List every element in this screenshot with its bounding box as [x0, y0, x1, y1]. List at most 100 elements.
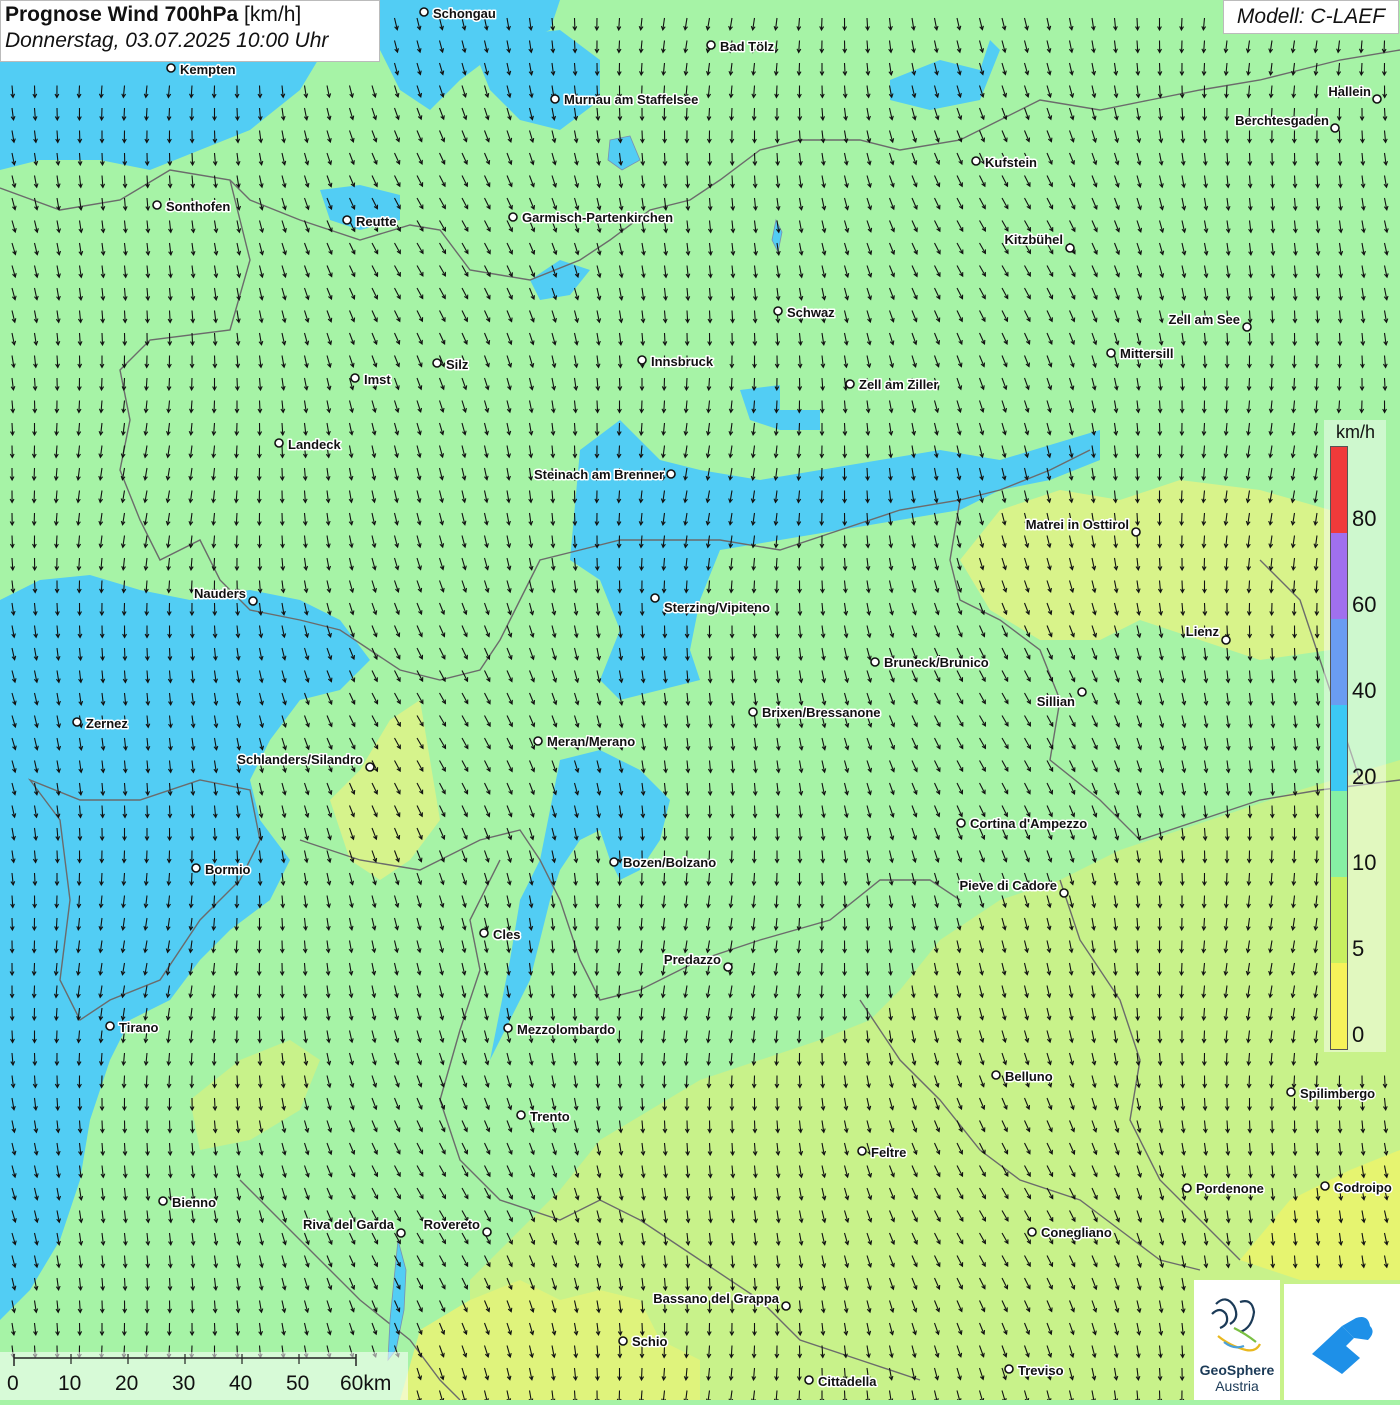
city-label: Rovereto [424, 1217, 480, 1232]
city-marker-icon [432, 358, 442, 368]
legend-segment-10 [1331, 791, 1347, 877]
city-marker-icon [870, 657, 880, 667]
legend-tick-80: 80 [1352, 506, 1377, 531]
legend-segment-0 [1331, 963, 1347, 1049]
city-label: Kufstein [985, 155, 1037, 170]
city-marker-icon [479, 928, 489, 938]
city-label: Schongau [433, 6, 496, 21]
city-marker-icon [365, 762, 375, 772]
city-marker-icon [1065, 243, 1075, 253]
city-marker-icon [666, 469, 676, 479]
city-marker-icon [804, 1375, 814, 1385]
city-label: Kitzbühel [1005, 232, 1064, 247]
app-logo[interactable] [1284, 1284, 1400, 1400]
city-label: Zell am Ziller [859, 377, 938, 392]
city-marker-icon [105, 1021, 115, 1031]
city-label: Schio [632, 1334, 667, 1349]
legend-segment-5 [1331, 877, 1347, 963]
city-marker-icon [516, 1110, 526, 1120]
city-marker-icon [503, 1023, 513, 1033]
city-garmisch-partenkirchen: Garmisch-Partenkirchen [508, 209, 675, 227]
city-label: Tirano [119, 1020, 159, 1035]
city-marker-icon [1330, 123, 1340, 133]
city-marker-icon [1077, 687, 1087, 697]
city-murnau-am-staffelsee: Murnau am Staffelsee [550, 91, 700, 109]
city-label: Trento [530, 1109, 570, 1124]
legend-segment-60 [1331, 533, 1347, 619]
city-marker-icon [396, 1228, 406, 1238]
city-marker-icon [350, 373, 360, 383]
city-marker-icon [166, 63, 176, 73]
city-label: Steinach am Brenner [534, 467, 664, 482]
city-cortina-d-ampezzo: Cortina d'Ampezzo [956, 815, 1089, 833]
city-label: Bassano del Grappa [653, 1291, 779, 1306]
geosphere-logo[interactable]: GeoSphere Austria [1194, 1280, 1280, 1400]
city-bruneck-brunico: Bruneck/Brunico [870, 654, 990, 672]
city-label: Mezzolombardo [517, 1022, 615, 1037]
city-label: Sillian [1037, 694, 1075, 709]
geosphere-emblem-icon [1211, 1298, 1261, 1352]
map-title-unit: [km/h] [244, 3, 302, 26]
city-label: Murnau am Staffelsee [564, 92, 698, 107]
city-label: Lienz [1186, 624, 1220, 639]
city-label: Meran/Merano [547, 734, 635, 749]
city-marker-icon [1320, 1181, 1330, 1191]
city-label: Cortina d'Ampezzo [970, 816, 1087, 831]
city-marker-icon [191, 863, 201, 873]
city-conegliano: Conegliano [1027, 1224, 1113, 1242]
legend-tick-20: 20 [1352, 764, 1377, 789]
geosphere-logo-line1: GeoSphere [1199, 1362, 1275, 1378]
city-label: Berchtesgaden [1235, 113, 1329, 128]
city-label: Bozen/Bolzano [623, 855, 716, 870]
city-marker-icon [152, 200, 162, 210]
city-label: Sonthofen [166, 199, 230, 214]
city-label: Sterzing/Vipiteno [664, 600, 770, 615]
city-label: Mittersill [1120, 346, 1173, 361]
city-marker-icon [618, 1336, 628, 1346]
city-marker-icon [158, 1196, 168, 1206]
city-mezzolombardo: Mezzolombardo [503, 1021, 617, 1039]
city-label: Conegliano [1041, 1225, 1112, 1240]
city-brixen-bressanone: Brixen/Bressanone [748, 704, 882, 722]
city-marker-icon [1242, 322, 1252, 332]
color-legend: km/h 80 60 40 20 10 5 0 [1324, 420, 1386, 1052]
legend-tick-10: 10 [1352, 850, 1377, 875]
city-label: Cittadella [818, 1374, 877, 1389]
city-bozen-bolzano: Bozen/Bolzano [609, 854, 718, 872]
city-label: Treviso [1018, 1363, 1064, 1378]
model-label: Modell: C-LAEF [1223, 0, 1399, 34]
city-marker-icon [419, 7, 429, 17]
city-marker-icon [1286, 1087, 1296, 1097]
city-marker-icon [637, 355, 647, 365]
city-label: Bormio [205, 862, 251, 877]
city-label: Cles [493, 927, 520, 942]
city-zell-am-ziller: Zell am Ziller [845, 376, 940, 394]
map-title-main: Prognose Wind 700hPa [5, 3, 239, 26]
city-steinach-am-brenner: Steinach am Brenner [532, 466, 676, 484]
city-marker-icon [1027, 1227, 1037, 1237]
city-label: Innsbruck [651, 354, 714, 369]
city-marker-icon [991, 1070, 1001, 1080]
city-label: Zell am See [1168, 312, 1240, 327]
title-box: Prognose Wind 700hPa [km/h] Donnerstag, … [0, 0, 380, 62]
scale-label-30: 30 [172, 1372, 196, 1395]
city-marker-icon [533, 736, 543, 746]
city-label: Kempten [180, 62, 236, 77]
legend-tick-60: 60 [1352, 592, 1377, 617]
city-marker-icon [1372, 94, 1382, 104]
city-marker-icon [773, 306, 783, 316]
city-marker-icon [748, 707, 758, 717]
wind-map: Schongau Bad Tölz Kempten Murnau am Staffel… [0, 0, 1400, 1400]
map-title: Prognose Wind 700hPa [km/h] [5, 3, 375, 27]
legend-unit: km/h [1336, 422, 1376, 442]
city-label: Landeck [288, 437, 342, 452]
city-marker-icon [706, 40, 716, 50]
city-marker-icon [248, 596, 258, 606]
city-marker-icon [1004, 1364, 1014, 1374]
city-label: Schwaz [787, 305, 835, 320]
city-label: Garmisch-Partenkirchen [522, 210, 673, 225]
city-marker-icon [1131, 527, 1141, 537]
city-marker-icon [723, 962, 733, 972]
city-label: Feltre [871, 1145, 906, 1160]
city-marker-icon [857, 1146, 867, 1156]
